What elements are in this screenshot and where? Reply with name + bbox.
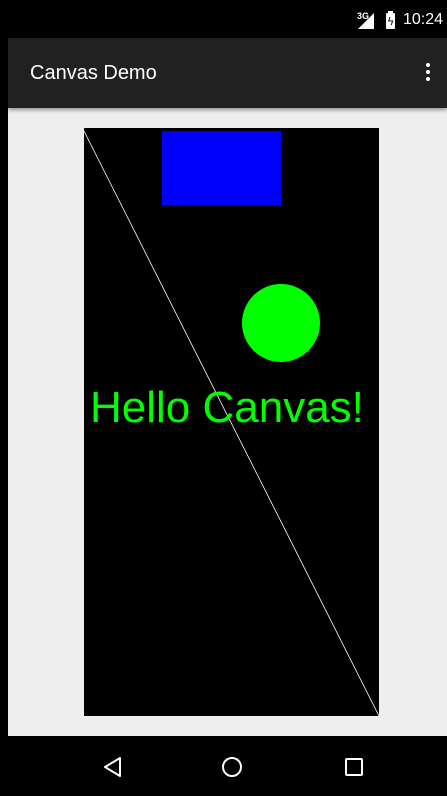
green-circle bbox=[242, 284, 320, 362]
blue-rectangle bbox=[162, 131, 281, 205]
canvas-drawing: Hello Canvas! bbox=[84, 128, 379, 716]
hello-canvas-text: Hello Canvas! bbox=[90, 383, 364, 432]
more-vert-icon[interactable] bbox=[423, 63, 433, 85]
content-area: Hello Canvas! bbox=[8, 108, 447, 736]
battery-icon: ϟ bbox=[386, 11, 395, 29]
app-title: Canvas Demo bbox=[30, 62, 157, 84]
app-bar: Canvas Demo bbox=[8, 38, 447, 108]
back-triangle-icon[interactable] bbox=[100, 754, 126, 780]
charging-bolt-icon: ϟ bbox=[387, 15, 395, 28]
phone-screen: 3G ϟ 10:24 Canvas Demo Hello Canvas! bbox=[0, 0, 447, 796]
status-time: 10:24 bbox=[402, 11, 443, 28]
status-bar: 3G ϟ 10:24 bbox=[8, 0, 447, 38]
navigation-bar bbox=[8, 736, 447, 796]
canvas-view[interactable]: Hello Canvas! bbox=[84, 128, 379, 716]
signal-icon bbox=[358, 13, 374, 29]
home-circle-icon[interactable] bbox=[219, 754, 245, 780]
recents-square-icon[interactable] bbox=[341, 754, 367, 780]
